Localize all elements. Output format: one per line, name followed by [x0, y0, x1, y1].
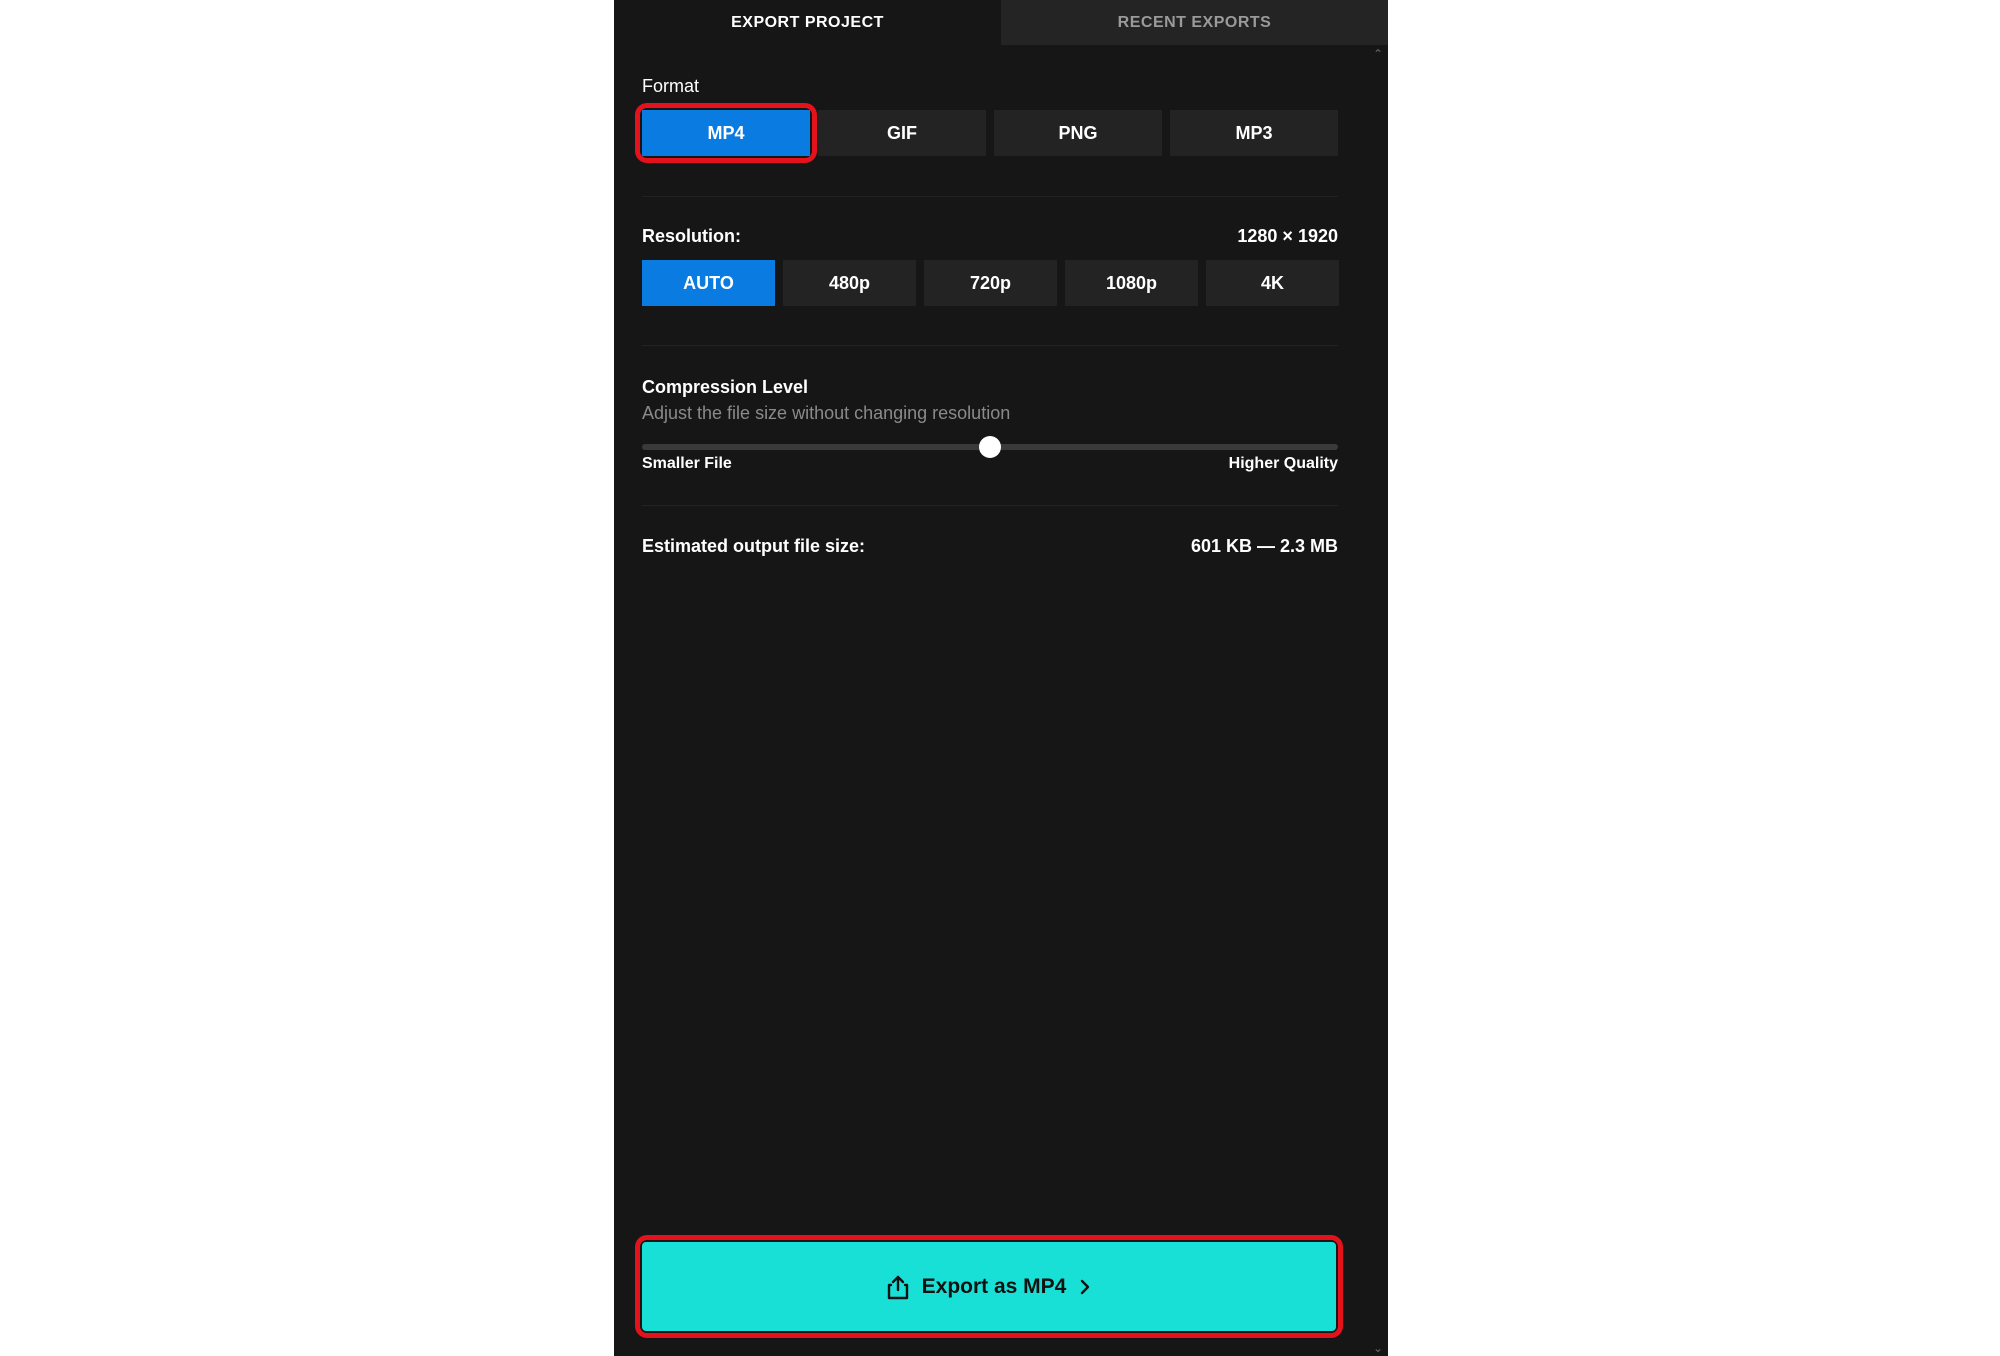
scroll-down-icon[interactable]: ⌄ [1372, 1342, 1384, 1354]
resolution-1080p-button[interactable]: 1080p [1065, 260, 1198, 306]
estimate-label: Estimated output file size: [642, 536, 866, 556]
compression-slider-thumb[interactable] [979, 436, 1001, 458]
format-mp3-button[interactable]: MP3 [1170, 110, 1338, 156]
resolution-options: AUTO 480p 720p 1080p 4K [642, 260, 1339, 306]
resolution-480p-button[interactable]: 480p [783, 260, 916, 306]
divider [642, 505, 1338, 506]
compression-slider[interactable] [642, 436, 1338, 458]
chevron-right-icon [1078, 1278, 1092, 1296]
compression-title: Compression Level [642, 377, 809, 397]
slider-min-label: Smaller File [642, 455, 732, 472]
scroll-up-icon[interactable]: ⌃ [1372, 48, 1384, 60]
format-label: Format [642, 76, 700, 96]
format-gif-button[interactable]: GIF [818, 110, 986, 156]
estimate-value: 601 KB — 2.3 MB [1190, 536, 1338, 556]
format-options: MP4 GIF PNG MP3 [642, 110, 1338, 156]
divider [642, 345, 1338, 346]
resolution-720p-button[interactable]: 720p [924, 260, 1057, 306]
export-button-label: Export as MP4 [921, 1274, 1067, 1298]
format-mp4-button[interactable]: MP4 [642, 110, 810, 156]
tab-export-project[interactable]: EXPORT PROJECT [614, 0, 1001, 45]
tab-bar: EXPORT PROJECT RECENT EXPORTS [614, 0, 1388, 45]
format-png-button[interactable]: PNG [994, 110, 1162, 156]
share-upload-icon [886, 1274, 910, 1300]
compression-subtitle: Adjust the file size without changing re… [642, 403, 1011, 423]
resolution-4k-button[interactable]: 4K [1206, 260, 1339, 306]
export-panel: EXPORT PROJECT RECENT EXPORTS ⌃ Format M… [614, 0, 1388, 1356]
slider-max-label: Higher Quality [1228, 455, 1338, 472]
resolution-label: Resolution: [642, 226, 741, 246]
export-button[interactable]: Export as MP4 [642, 1242, 1336, 1331]
divider [642, 196, 1338, 197]
tab-recent-exports[interactable]: RECENT EXPORTS [1001, 0, 1388, 45]
resolution-value: 1280 × 1920 [1237, 226, 1338, 246]
resolution-auto-button[interactable]: AUTO [642, 260, 775, 306]
